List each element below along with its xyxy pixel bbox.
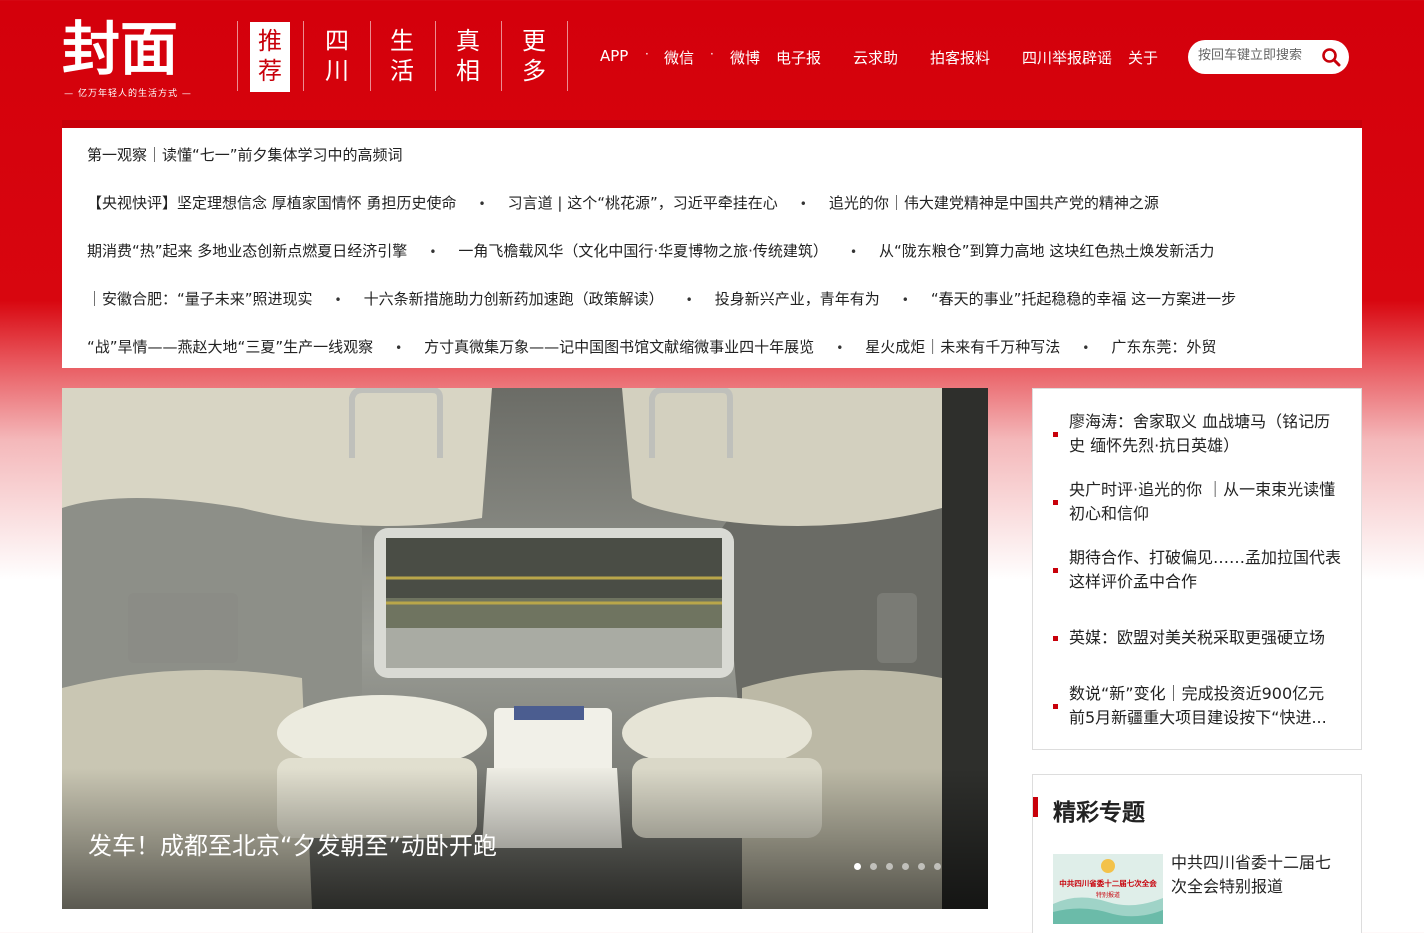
list-bullet [1053, 636, 1058, 641]
bullet-separator: • [901, 293, 909, 307]
nav-divider [567, 21, 568, 91]
headline-top-row: 第一观察｜读懂“七一”前夕集体学习中的高频词 [87, 144, 1337, 168]
headline-link[interactable]: 十六条新措施助力创新药加速跑（政策解读） [364, 288, 664, 309]
slide-caption[interactable]: 发车！成都至北京“夕发朝至”动卧开跑 [88, 826, 497, 861]
headline-link[interactable]: 一角飞檐载风华（文化中国行·华夏博物之旅·传统建筑） [458, 240, 828, 261]
search-icon[interactable] [1321, 47, 1341, 67]
nav-divider [435, 21, 436, 91]
slide-dot-2[interactable] [870, 863, 877, 870]
topic-link[interactable]: 中共四川省委十二届七次全会特别报道 [1171, 851, 1341, 899]
tab-label: 生 [390, 27, 414, 55]
slide-dot-1[interactable] [854, 863, 861, 870]
tab-label: 更 [522, 27, 546, 55]
list-bullet [1053, 500, 1058, 505]
headline-link[interactable]: 【央视快评】坚定理想信念 厚植家国情怀 勇担历史使命 [87, 192, 457, 213]
bullet-separator: • [334, 293, 342, 307]
logo-text: 封面 [62, 15, 179, 83]
bullet-separator: • [836, 341, 844, 355]
bullet-separator: • [685, 293, 693, 307]
bullet-separator: • [395, 341, 403, 355]
nav-divider [303, 21, 304, 91]
thumb-title: 中共四川省委十二届七次全会 [1059, 878, 1157, 888]
logo-slogan: — 亿万年轻人的生活方式 — [64, 89, 192, 99]
bullet-separator: • [799, 197, 807, 211]
tab-sichuan[interactable]: 四 川 [317, 22, 357, 92]
featured-topics: 精彩专题 中共四川省委十二届七次全会 特别报道 中共四川省委十二届七次全会特别报… [1032, 774, 1362, 933]
headline-link[interactable]: 第一观察｜读懂“七一”前夕集体学习中的高频词 [87, 144, 403, 165]
tab-truth[interactable]: 真 相 [448, 22, 488, 92]
topic-thumbnail[interactable]: 中共四川省委十二届七次全会 特别报道 [1053, 854, 1163, 924]
section-accent-bar [1033, 797, 1038, 817]
link-rumor-report[interactable]: 四川举报辟谣 [1022, 47, 1112, 68]
tab-label: 荐 [258, 57, 282, 85]
link-weibo[interactable]: 微博 [730, 47, 760, 68]
side-news-item[interactable]: 廖海涛：舍家取义 血战塘马（铭记历史 缅怀先烈·抗日英雄） [1069, 410, 1345, 458]
tab-life[interactable]: 生 活 [382, 22, 422, 92]
headline-row: ｜安徽合肥：“量子未来”照进现实 • 十六条新措施助力创新药加速跑（政策解读） • 投身… [87, 288, 1337, 312]
link-separator: · [645, 47, 649, 61]
side-news-item[interactable]: 期待合作、打破偏见……孟加拉国代表这样评价孟中合作 [1069, 546, 1345, 594]
headline-link[interactable]: “春天的事业”托起稳稳的幸福 这一方案进一步 [931, 288, 1236, 309]
slide-pagination [854, 855, 950, 874]
link-app[interactable]: APP [600, 47, 628, 65]
bullet-separator: • [478, 197, 486, 211]
headline-row: 【央视快评】坚定理想信念 厚植家国情怀 勇担历史使命 • 习言道 | 这个“桃花源”… [87, 192, 1337, 216]
side-news-item[interactable]: 英媒：欧盟对美关税采取更强硬立场 [1069, 626, 1345, 650]
slide-dot-4[interactable] [902, 863, 909, 870]
list-bullet [1053, 432, 1058, 437]
headline-link[interactable]: 期消费“热”起来 多地业态创新点燃夏日经济引擎 [87, 240, 407, 261]
headline-link[interactable]: 习言道 | 这个“桃花源”，习近平牵挂在心 [508, 192, 778, 213]
search-box [1188, 40, 1349, 74]
side-news-item[interactable]: 央广时评·追光的你 ｜从一束束光读懂初心和信仰 [1069, 478, 1345, 526]
link-about[interactable]: 关于 [1128, 47, 1158, 68]
headline-link[interactable]: 方寸真微集万象——记中国图书馆文献缩微事业四十年展览 [424, 336, 814, 357]
tab-label: 相 [456, 57, 480, 85]
headline-link[interactable]: 广东东莞：外贸 [1111, 336, 1216, 357]
headline-link[interactable]: 追光的你｜伟大建党精神是中国共产党的精神之源 [829, 192, 1159, 213]
headline-row: 期消费“热”起来 多地业态创新点燃夏日经济引擎 • 一角飞檐载风华（文化中国行·华夏… [87, 240, 1337, 264]
headline-link[interactable]: ｜安徽合肥：“量子未来”照进现实 [87, 288, 313, 309]
tab-recommend[interactable]: 推 荐 [250, 22, 290, 92]
link-separator: · [710, 47, 714, 61]
tab-label: 多 [522, 57, 546, 85]
side-news-list: 廖海涛：舍家取义 血战塘马（铭记历史 缅怀先烈·抗日英雄） 央广时评·追光的你 … [1032, 388, 1362, 750]
nav-divider [237, 21, 238, 91]
slide-dot-3[interactable] [886, 863, 893, 870]
bullet-separator: • [849, 245, 858, 259]
tab-label: 川 [325, 57, 349, 85]
nav-divider [370, 21, 371, 91]
link-cloud-help[interactable]: 云求助 [853, 47, 898, 68]
tab-label: 推 [258, 27, 282, 55]
tab-label: 真 [456, 27, 480, 55]
headline-link[interactable]: 从“陇东粮仓”到算力高地 这块红色热土焕发新活力 [879, 240, 1214, 261]
search-input[interactable] [1198, 48, 1316, 63]
slide-dot-5[interactable] [918, 863, 925, 870]
tab-more[interactable]: 更 多 [514, 22, 554, 92]
side-news-item[interactable]: 数说“新”变化｜完成投资近900亿元 前5月新疆重大项目建设按下“快进... [1069, 682, 1345, 730]
nav-divider [501, 21, 502, 91]
link-e-newspaper[interactable]: 电子报 [776, 47, 821, 68]
headline-panel: 第一观察｜读懂“七一”前夕集体学习中的高频词 【央视快评】坚定理想信念 厚植家国… [62, 120, 1362, 368]
list-bullet [1053, 704, 1058, 709]
tab-label: 活 [390, 57, 414, 85]
bullet-separator: • [429, 245, 437, 259]
link-wechat[interactable]: 微信 [664, 47, 694, 68]
site-logo[interactable]: 封面 — 亿万年轻人的生活方式 — [62, 16, 194, 100]
link-citizen-report[interactable]: 拍客报料 [930, 47, 990, 68]
thumb-subtitle: 特别报道 [1096, 891, 1120, 899]
list-bullet [1053, 568, 1058, 573]
section-title: 精彩专题 [1053, 800, 1145, 826]
headline-link[interactable]: 投身新兴产业，青年有为 [715, 288, 880, 309]
headline-link[interactable]: 星火成炬｜未来有千万种写法 [865, 336, 1060, 357]
tab-label: 四 [325, 27, 349, 55]
slide-dot-6[interactable] [934, 863, 941, 870]
bullet-separator: • [1082, 341, 1090, 355]
headline-link[interactable]: “战”旱情——燕赵大地“三夏”生产一线观察 [87, 336, 373, 357]
headline-row: “战”旱情——燕赵大地“三夏”生产一线观察 • 方寸真微集万象——记中国图书馆文献缩… [87, 336, 1337, 360]
